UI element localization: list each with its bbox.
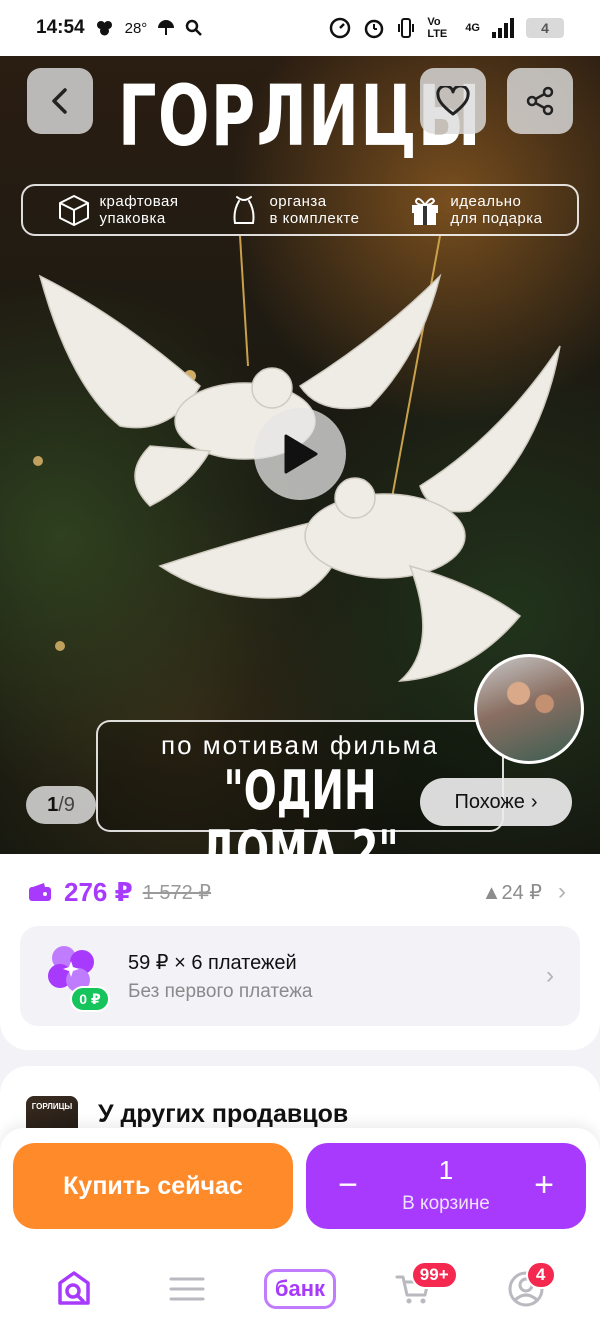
nav-profile[interactable]: 4 — [486, 1259, 566, 1319]
share-button[interactable] — [507, 68, 573, 134]
other-sellers-title: У других продавцов — [98, 1100, 349, 1128]
feature-item: органза в комплекте — [227, 193, 359, 227]
similar-label: Похоже — [454, 790, 525, 813]
nav-bank[interactable]: банк — [260, 1259, 340, 1319]
action-bar: Купить сейчас − 1 В корзине + — [0, 1128, 600, 1242]
box-icon — [59, 195, 90, 226]
installments-amount: 59 ₽ × 6 платежей — [128, 951, 297, 974]
feature-line2: для подарка — [450, 210, 543, 227]
status-bar: 14:54 28° Vo LTE 4G 4 — [0, 0, 600, 56]
status-time: 14:54 — [36, 17, 85, 38]
back-button[interactable] — [27, 68, 93, 134]
signal-icon — [492, 18, 514, 38]
play-video-button[interactable] — [254, 408, 346, 500]
similar-thumbnail[interactable] — [474, 654, 584, 764]
feature-strip: крафтовая упаковка органза в комплекте иде… — [21, 184, 579, 236]
search-status-icon — [186, 19, 203, 36]
search-home-icon — [58, 1270, 91, 1305]
status-temperature: 28° — [124, 19, 148, 37]
umbrella-icon — [158, 20, 175, 35]
feature-item: крафтовая упаковка — [57, 193, 178, 227]
page-indicator: 1/9 — [26, 786, 96, 824]
vibrate-icon — [398, 18, 415, 38]
price-row[interactable]: 276 ₽ 1 572 ₽ ▲24 ₽ › — [28, 874, 566, 910]
installments-icon: 0 ₽ — [42, 940, 110, 1012]
chevron-right-icon: › — [546, 962, 554, 989]
feature-item: идеально для подарка — [408, 193, 542, 227]
chevron-right-icon: › — [558, 878, 566, 905]
buy-now-button[interactable]: Купить сейчас — [13, 1143, 293, 1229]
battery-icon: 4 — [526, 18, 564, 38]
increase-quantity-button[interactable]: + — [524, 1165, 564, 1205]
cart-stepper: − 1 В корзине + — [306, 1143, 586, 1229]
gift-icon — [412, 197, 439, 225]
installments-note: Без первого платежа — [128, 980, 313, 1002]
movie-subtitle: по мотивам фильма — [160, 730, 439, 760]
feature-line1: идеально — [450, 193, 522, 210]
feature-line2: в комплекте — [269, 210, 360, 227]
current-price: 276 ₽ — [64, 876, 133, 907]
feature-line1: крафтовая — [99, 193, 179, 210]
cart-badge: 99+ — [410, 1260, 458, 1289]
nav-cart[interactable]: 99+ — [373, 1259, 458, 1319]
network-type: 4G — [465, 22, 480, 34]
heart-icon — [436, 86, 470, 116]
nav-catalog[interactable] — [147, 1259, 227, 1319]
feature-line1: органза — [269, 193, 327, 210]
bank-label: банк — [263, 1268, 337, 1309]
profile-badge: 4 — [525, 1260, 556, 1289]
old-price: 1 572 ₽ — [142, 881, 212, 904]
menu-icon — [169, 1277, 205, 1300]
movie-title: "ОДИН ДОМА 2" — [201, 759, 399, 855]
product-gallery[interactable]: ГОРЛИЦЫ крафтовая упаковка органза в компл… — [0, 56, 600, 854]
page-total: 9 — [63, 793, 75, 816]
chevron-right-icon: › — [530, 790, 538, 813]
price-card: 276 ₽ 1 572 ₽ ▲24 ₽ › 0 ₽ 59 ₽ × 6 плате… — [0, 854, 600, 1050]
alarm-icon — [365, 19, 384, 39]
play-icon — [284, 434, 318, 474]
feature-line2: упаковка — [99, 210, 166, 227]
price-trend: ▲24 ₽ — [481, 881, 542, 904]
speedometer-icon — [330, 17, 351, 39]
favorite-button[interactable] — [420, 68, 486, 134]
organza-bag-icon — [233, 196, 255, 224]
network-label: Vo LTE — [427, 16, 448, 40]
installments-option[interactable]: 0 ₽ 59 ₽ × 6 платежей Без первого платеж… — [20, 926, 580, 1026]
share-icon — [526, 86, 554, 116]
nav-home[interactable] — [34, 1259, 114, 1319]
installments-badge: 0 ₽ — [70, 986, 110, 1012]
wallet-icon — [29, 883, 51, 901]
bottom-navigation: банк 99+ 4 — [0, 1242, 600, 1335]
weather-cloud-icon — [96, 21, 112, 36]
similar-button[interactable]: Похоже › — [420, 778, 572, 826]
page-current: 1 — [47, 793, 59, 816]
chevron-left-icon — [52, 88, 67, 114]
